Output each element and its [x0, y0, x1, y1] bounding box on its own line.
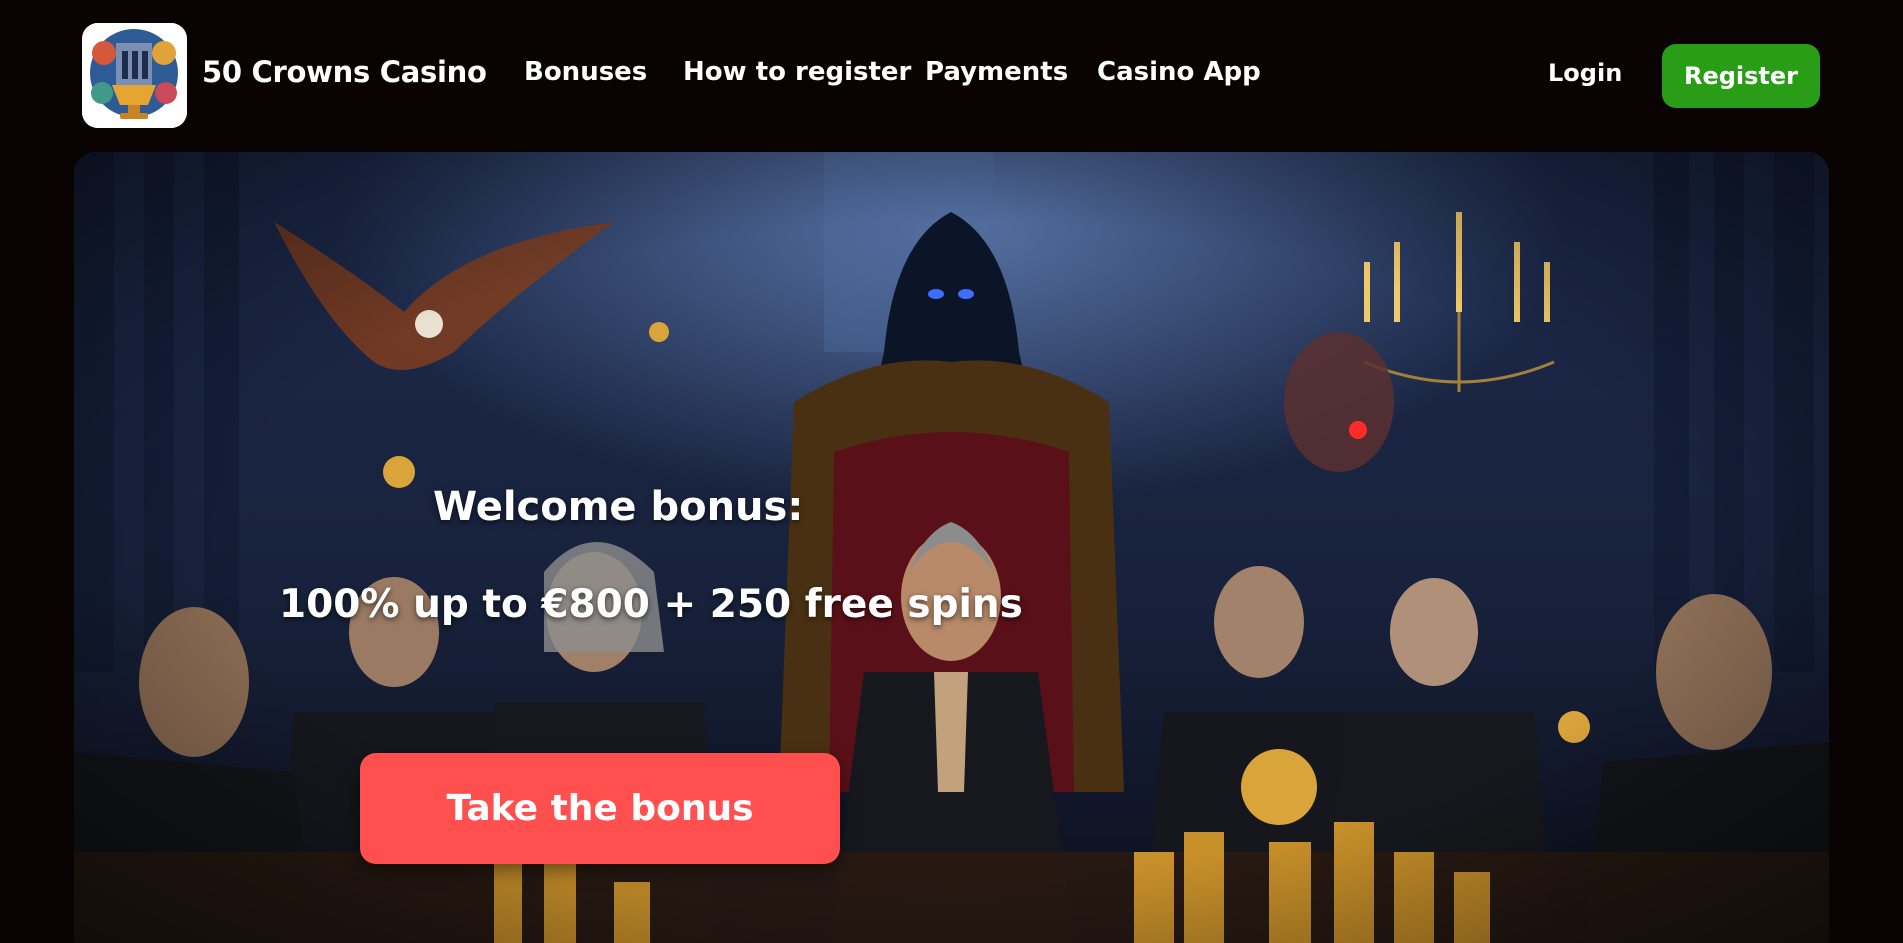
take-bonus-button[interactable]: Take the bonus: [360, 753, 840, 864]
register-button[interactable]: Register: [1662, 44, 1820, 108]
nav-how-to-register[interactable]: How to register: [683, 57, 911, 87]
nav-casino-app[interactable]: Casino App: [1097, 57, 1261, 87]
login-link[interactable]: Login: [1548, 59, 1622, 87]
hero-banner: Welcome bonus: 100% up to €800 + 250 fre…: [74, 152, 1829, 943]
nav-payments[interactable]: Payments: [925, 57, 1068, 87]
welcome-bonus-heading: Welcome bonus:: [433, 484, 804, 530]
hero-background-illustration: [74, 152, 1829, 943]
bonus-offer-text: 100% up to €800 + 250 free spins: [279, 582, 1023, 627]
nav-bonuses[interactable]: Bonuses: [524, 57, 647, 87]
site-header: 50 Crowns Casino Bonuses How to register…: [0, 0, 1903, 152]
casino-logo-icon[interactable]: [82, 23, 187, 128]
brand-name[interactable]: 50 Crowns Casino: [202, 55, 487, 89]
